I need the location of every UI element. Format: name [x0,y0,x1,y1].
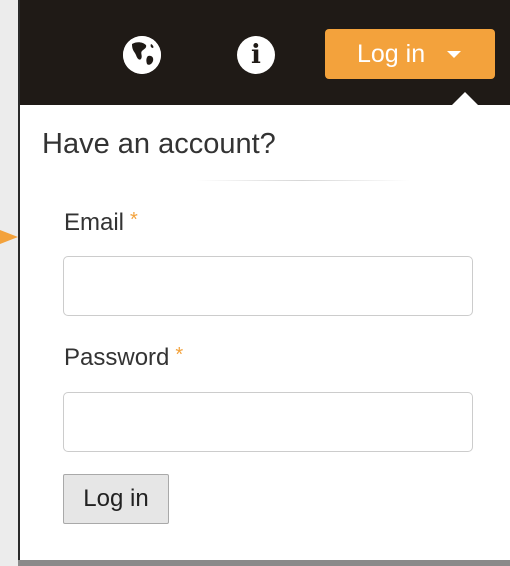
info-glyph: i [251,40,261,70]
info-icon[interactable]: i [237,36,275,74]
email-required-marker: * [130,209,138,231]
email-field[interactable] [63,256,473,316]
globe-icon-graphic [123,36,161,74]
password-required-marker: * [175,344,184,366]
email-label-text: Email [64,209,125,236]
password-field[interactable] [63,392,473,452]
top-navigation-bar: i Log in [20,0,510,105]
password-label-text: Password [64,344,170,371]
dropdown-pointer [452,92,478,105]
panel-bottom-edge [18,560,510,566]
email-label: Email * [64,209,138,237]
login-dropdown-button[interactable]: Log in [325,29,495,79]
password-label: Password * [64,344,183,372]
globe-icon[interactable] [123,36,161,74]
form-heading: Have an account? [42,128,276,160]
chevron-down-icon [447,50,462,58]
login-submit-button[interactable]: Log in [63,474,169,524]
login-dropdown-label: Log in [357,39,426,68]
login-panel: i Log in Have an account? Email * Passwor… [18,0,510,566]
heading-divider [195,180,410,181]
pointer-arrow-icon [0,230,18,244]
